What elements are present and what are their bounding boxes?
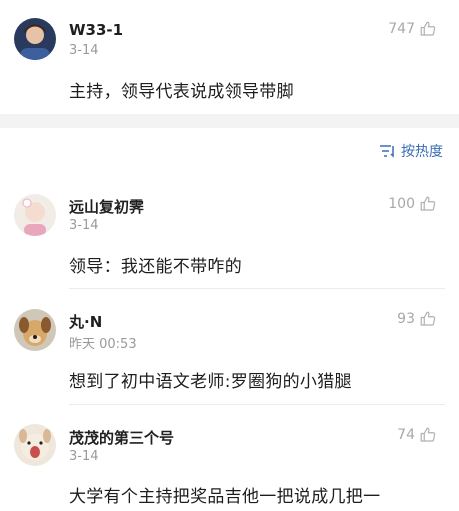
comment-text: 大学有个主持把奖品吉他一把说成几把一 bbox=[69, 487, 381, 507]
thumbs-up-icon bbox=[420, 21, 436, 36]
thumbs-up-icon bbox=[420, 311, 436, 326]
section-divider bbox=[0, 114, 459, 128]
divider bbox=[69, 288, 445, 289]
like-button[interactable]: 74 bbox=[397, 426, 437, 444]
timestamp: 昨天 00:53 bbox=[69, 337, 137, 352]
thumbs-up-icon bbox=[420, 196, 436, 211]
like-count: 93 bbox=[397, 311, 415, 327]
sort-icon bbox=[380, 145, 394, 158]
username[interactable]: 远山复初霁 bbox=[69, 196, 144, 217]
like-button[interactable]: 747 bbox=[388, 20, 437, 38]
comment-text: 领导：我还能不带咋的 bbox=[69, 257, 242, 277]
avatar[interactable] bbox=[14, 18, 56, 60]
like-button[interactable]: 100 bbox=[388, 195, 437, 213]
username[interactable]: 丸·N bbox=[69, 311, 102, 332]
avatar[interactable] bbox=[14, 424, 56, 466]
sort-label: 按热度 bbox=[401, 144, 443, 160]
like-count: 747 bbox=[388, 21, 415, 37]
divider bbox=[69, 404, 445, 405]
timestamp: 3-14 bbox=[69, 218, 99, 233]
username[interactable]: 茂茂的第三个号 bbox=[69, 427, 174, 448]
thumbs-up-icon bbox=[420, 427, 436, 442]
sort-toggle[interactable]: 按热度 bbox=[379, 141, 443, 161]
like-count: 100 bbox=[388, 196, 415, 212]
comment-text: 想到了初中语文老师:罗圈狗的小猎腿 bbox=[69, 372, 352, 392]
like-count: 74 bbox=[397, 427, 415, 443]
timestamp: 3-14 bbox=[69, 449, 99, 464]
like-button[interactable]: 93 bbox=[397, 310, 437, 328]
avatar[interactable] bbox=[14, 309, 56, 351]
username[interactable]: W33-1 bbox=[69, 21, 123, 39]
avatar[interactable] bbox=[14, 194, 56, 236]
timestamp: 3-14 bbox=[69, 43, 99, 58]
comment-text: 主持，领导代表说成领导带脚 bbox=[69, 82, 294, 102]
